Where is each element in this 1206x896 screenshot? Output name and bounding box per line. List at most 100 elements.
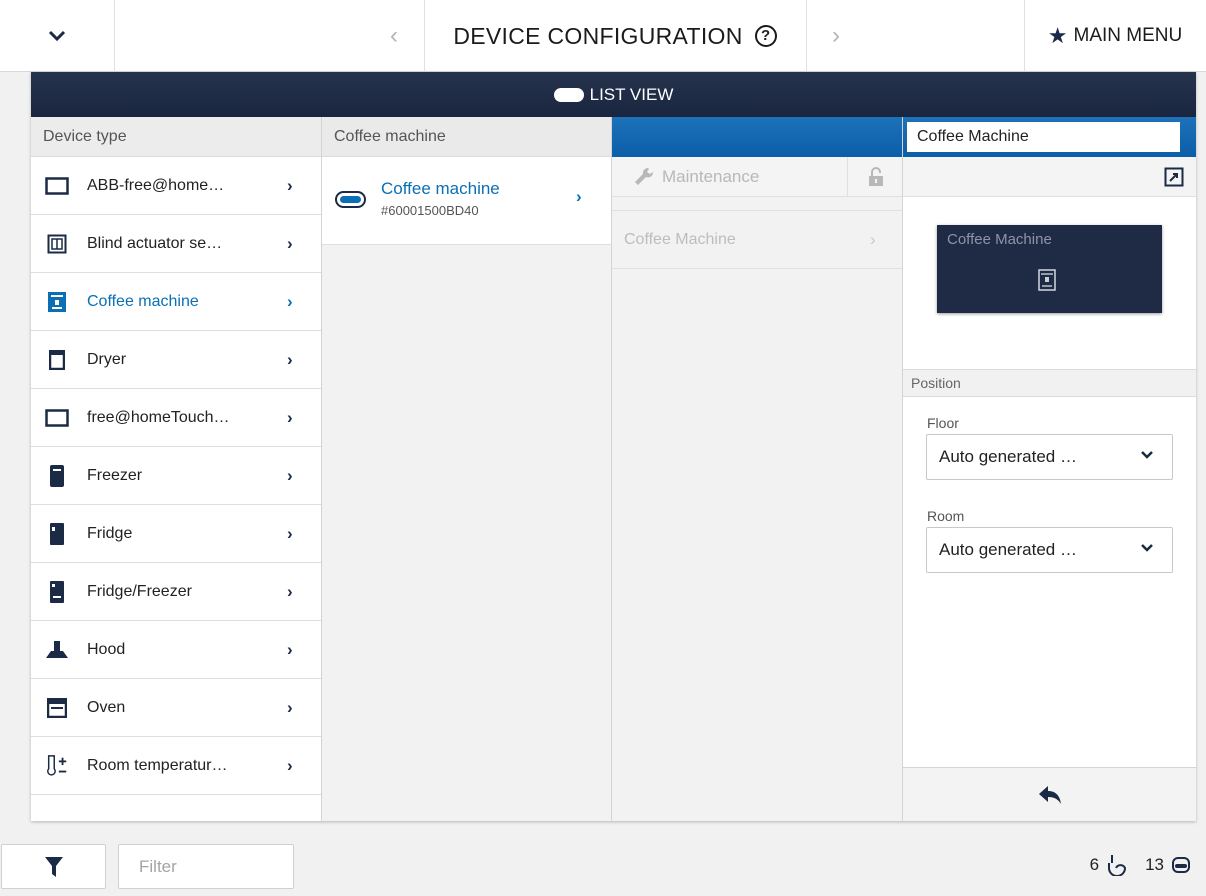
dropdown-button[interactable] [0, 0, 114, 72]
status-counts: 6 13 [1090, 854, 1190, 876]
detail-column: Coffee Machine Position Floor Auto gener… [903, 117, 1196, 821]
room-value: Auto generated … [939, 540, 1077, 559]
blind-actuator-icon [45, 233, 69, 255]
device-type-label: Blind actuator se… [87, 234, 223, 252]
sensor-count: 6 [1089, 855, 1100, 874]
device-type-item[interactable]: Oven › [31, 679, 321, 737]
main-menu-button[interactable]: ★ MAIN MENU [1024, 0, 1206, 72]
device-count: 13 [1145, 855, 1164, 874]
room-label: Room [927, 508, 965, 524]
chevron-right-icon: › [832, 22, 840, 49]
thermostat-icon [45, 754, 69, 777]
device-type-label: Oven [87, 698, 126, 716]
chevron-right-icon: › [287, 524, 293, 543]
star-icon: ★ [1047, 23, 1068, 48]
function-header [612, 117, 902, 157]
device-type-header: Device type [31, 117, 321, 157]
chevron-right-icon: › [870, 230, 876, 249]
function-column: Maintenance Coffee Machine › [612, 117, 903, 821]
device-type-label: ABB-free@home… [87, 176, 225, 194]
chevron-right-icon: › [287, 698, 293, 717]
chevron-right-icon: › [287, 640, 293, 659]
device-type-item-partial[interactable] [31, 795, 321, 821]
device-type-label: Freezer [87, 466, 143, 484]
device-type-item[interactable]: Fridge/Freezer › [31, 563, 321, 621]
chevron-right-icon: › [287, 292, 293, 311]
chevron-down-icon [1140, 540, 1154, 557]
wrench-icon [635, 167, 654, 185]
position-header: Position [903, 369, 1196, 397]
channel-item[interactable]: Coffee machine #60001500BD40 › [322, 157, 611, 245]
display-icon [45, 407, 69, 429]
filter-input[interactable] [118, 844, 294, 889]
lock-button[interactable] [847, 157, 903, 197]
chevron-right-icon: › [287, 582, 293, 601]
list-view-icon [553, 87, 584, 102]
device-name-input[interactable] [907, 122, 1180, 152]
detail-header [903, 117, 1196, 157]
app-window: ‹ DEVICE CONFIGURATION ? › ★ MAIN MENU L… [0, 0, 1206, 896]
device-type-label: Room temperatur… [87, 756, 228, 774]
reply-arrow-icon [1038, 785, 1061, 804]
device-type-item[interactable]: Fridge › [31, 505, 321, 563]
device-type-item[interactable]: Dryer › [31, 331, 321, 389]
device-type-label: Fridge/Freezer [87, 582, 192, 600]
spacer [612, 197, 902, 211]
sensor-icon [1108, 855, 1127, 876]
display-icon [45, 175, 69, 197]
function-item[interactable]: Coffee Machine › [612, 211, 902, 269]
device-type-item[interactable]: Hood › [31, 621, 321, 679]
device-tile[interactable]: Coffee Machine [937, 225, 1162, 313]
maintenance-label: Maintenance [662, 167, 760, 186]
export-icon[interactable] [1164, 167, 1184, 187]
page-title: DEVICE CONFIGURATION [453, 22, 743, 49]
chevron-down-icon [48, 30, 66, 42]
back-button[interactable] [903, 767, 1196, 821]
channel-title: Coffee machine [381, 179, 500, 198]
page-title-area: DEVICE CONFIGURATION ? [424, 0, 806, 72]
chevron-left-icon: ‹ [390, 22, 398, 49]
list-view-toggle[interactable]: LIST VIEW [31, 72, 1196, 117]
coffee-machine-icon [45, 291, 69, 313]
chevron-right-icon: › [287, 756, 293, 775]
fridge-icon [45, 522, 69, 545]
room-select[interactable]: Auto generated … [926, 527, 1173, 573]
device-type-label: Fridge [87, 524, 133, 542]
device-type-label: Hood [87, 640, 126, 658]
funnel-icon [44, 856, 63, 877]
chevron-down-icon [1140, 447, 1154, 464]
device-type-item-selected[interactable]: Coffee machine › [31, 273, 321, 331]
device-type-item[interactable]: ABB-free@home… › [31, 157, 321, 215]
next-button[interactable]: › [806, 0, 866, 72]
fridge-freezer-icon [45, 580, 69, 603]
configuration-panel: LIST VIEW Device type ABB-free@home… › B… [31, 72, 1196, 821]
floor-select[interactable]: Auto generated … [926, 434, 1173, 480]
device-type-item[interactable]: Blind actuator se… › [31, 215, 321, 273]
channel-serial: #60001500BD40 [381, 203, 479, 218]
previous-button[interactable]: ‹ [364, 0, 424, 72]
channel-header: Coffee machine [322, 117, 611, 157]
help-icon[interactable]: ? [754, 25, 777, 47]
chevron-right-icon: › [287, 176, 293, 195]
floor-label: Floor [927, 415, 959, 431]
hood-icon [45, 639, 69, 661]
chevron-right-icon: › [287, 350, 293, 369]
filter-button[interactable] [1, 844, 106, 889]
floor-value: Auto generated … [939, 447, 1077, 466]
channel-column: Coffee machine Coffee machine #60001500B… [322, 117, 612, 821]
device-type-item[interactable]: Freezer › [31, 447, 321, 505]
device-type-column: Device type ABB-free@home… › Blind actua… [31, 117, 322, 821]
list-view-label: LIST VIEW [589, 84, 674, 104]
maintenance-button[interactable]: Maintenance [612, 157, 902, 197]
device-type-item[interactable]: free@homeTouch… › [31, 389, 321, 447]
top-bar: ‹ DEVICE CONFIGURATION ? › ★ MAIN MENU [0, 0, 1206, 72]
device-icon [1172, 857, 1190, 873]
lock-icon [868, 167, 883, 186]
freezer-icon [45, 464, 69, 487]
device-type-item[interactable]: Room temperatur… › [31, 737, 321, 795]
chevron-right-icon: › [576, 187, 582, 206]
chevron-right-icon: › [287, 234, 293, 253]
device-type-label: free@homeTouch… [87, 408, 230, 426]
chevron-right-icon: › [287, 408, 293, 427]
device-icon [335, 191, 366, 208]
